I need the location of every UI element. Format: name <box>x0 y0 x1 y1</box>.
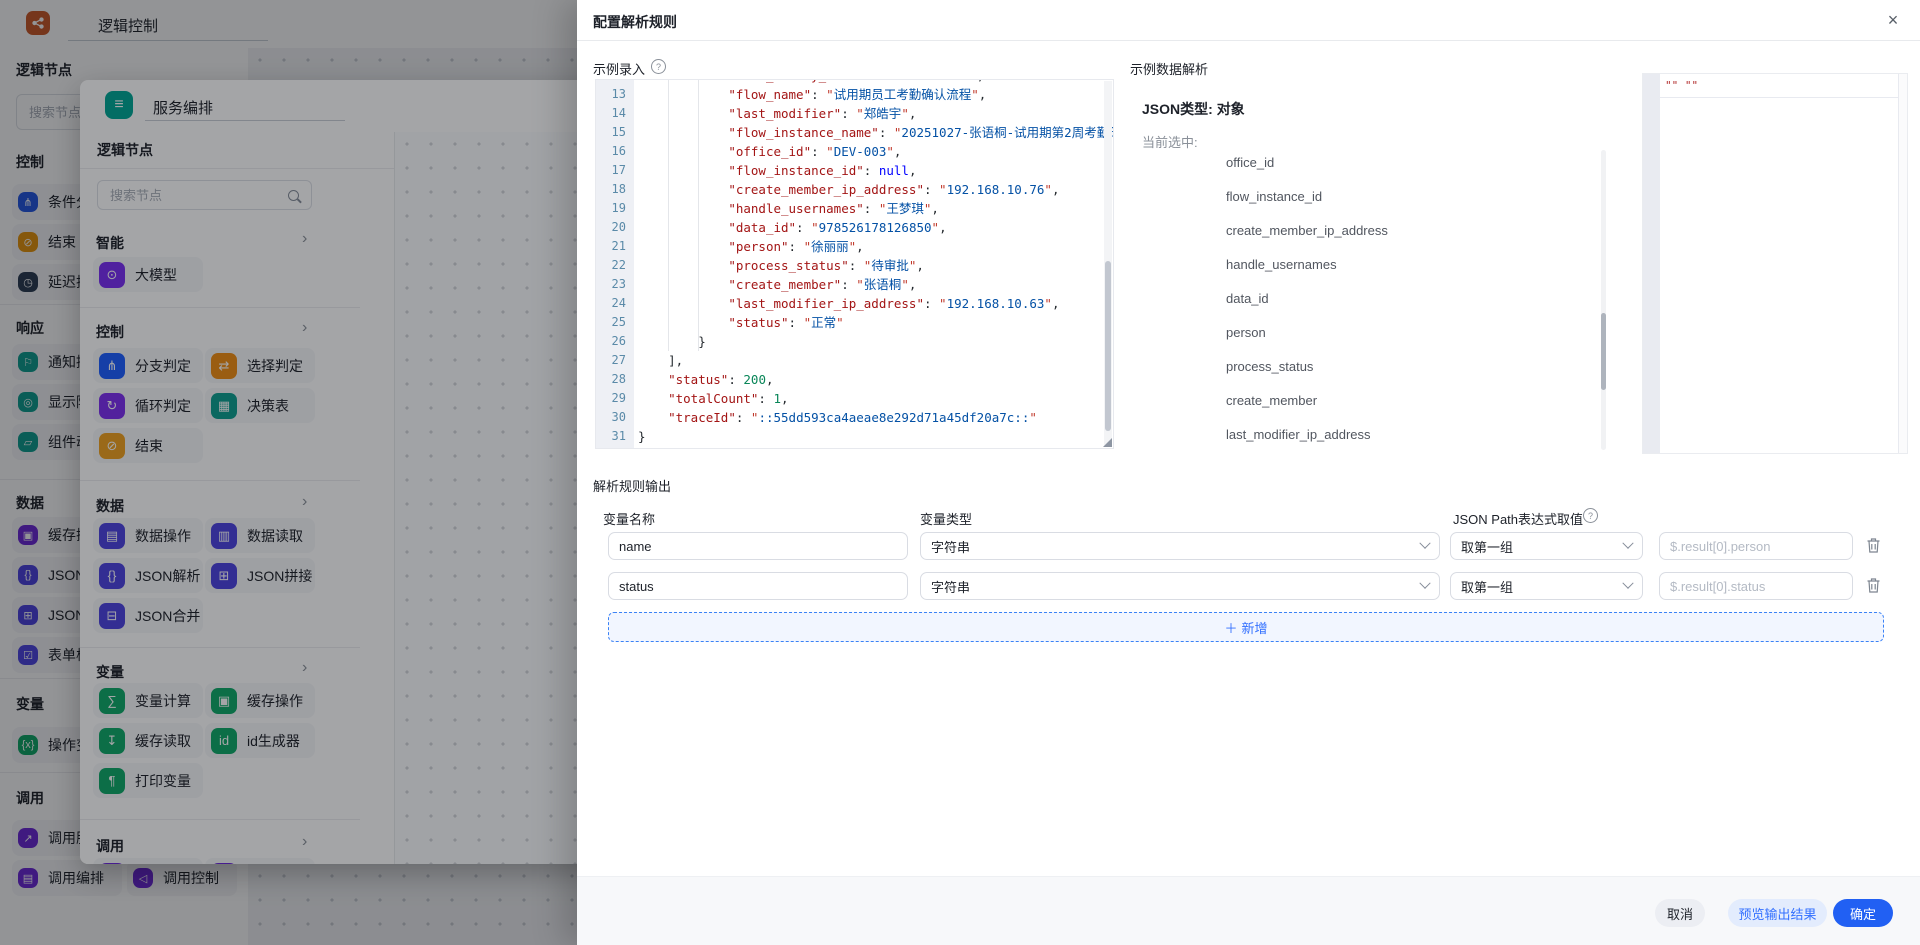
variable-name-input[interactable] <box>608 532 908 560</box>
json-field-office_id[interactable]: office_id <box>1226 155 1274 170</box>
select-value: 字符串 <box>931 537 970 556</box>
take-group-select[interactable]: 取第一组 <box>1450 572 1643 600</box>
code-line: "flow_instance_id": null, <box>638 161 1113 180</box>
select-value: 取第一组 <box>1461 537 1513 556</box>
editor-scrollbar[interactable] <box>1104 81 1112 447</box>
json-field-last_modifier_ip_address[interactable]: last_modifier_ip_address <box>1226 427 1371 442</box>
parse-rules-dialog: 配置解析规则 × 示例录入 ? 121314151617181920212223… <box>577 0 1920 945</box>
delete-row-icon[interactable] <box>1866 577 1882 595</box>
help-icon[interactable]: ? <box>1583 508 1598 523</box>
app-root: 逻辑控制 逻辑节点 控制›⋔条件分支⊘结束◷延迟执行响应›⚐通知提醒◎显示隐藏▱… <box>0 0 1920 945</box>
code-line: "person": "徐丽丽", <box>638 237 1113 256</box>
select-value: 取第一组 <box>1461 577 1513 596</box>
code-line: "flow_name": "试用期员工考勤确认流程", <box>638 85 1113 104</box>
line-number: 28 <box>596 370 634 389</box>
chevron-down-icon <box>1419 538 1430 549</box>
code-line: "totalCount": 1, <box>638 389 1113 408</box>
field-list-scrollbar[interactable] <box>1601 150 1606 450</box>
type-col-label: 变量类型 <box>920 509 972 528</box>
preview-gutter <box>1643 74 1660 453</box>
line-number: 21 <box>596 237 634 256</box>
code-line: "data_id": "978526178126850", <box>638 218 1113 237</box>
code-line: "status": 200, <box>638 370 1113 389</box>
delete-row-icon[interactable] <box>1866 537 1882 555</box>
json-type: JSON类型: 对象 <box>1142 99 1245 119</box>
close-icon[interactable]: × <box>1882 9 1904 31</box>
dialog-header: 配置解析规则 × <box>577 0 1920 41</box>
sample-parse-label: 示例数据解析 <box>1130 59 1208 78</box>
code-line: "office_id": "DEV-003", <box>638 142 1113 161</box>
path-col-label: JSON Path表达式取值 <box>1453 509 1583 528</box>
code-line: "last_modifier_ip_address": "192.168.10.… <box>638 294 1113 313</box>
dialog-footer <box>577 876 1920 945</box>
sample-input-label: 示例录入 <box>593 59 645 78</box>
current-selected-label: 当前选中: <box>1142 132 1198 151</box>
rules-output-label: 解析规则输出 <box>593 476 671 495</box>
name-col-label: 变量名称 <box>603 509 655 528</box>
preview-output-button[interactable]: 预览输出结果 <box>1728 899 1827 927</box>
json-field-create_member[interactable]: create_member <box>1226 393 1317 408</box>
line-number: 24 <box>596 294 634 313</box>
line-number: 18 <box>596 180 634 199</box>
resize-grip-icon[interactable] <box>1103 438 1112 447</box>
json-field-handle_usernames[interactable]: handle_usernames <box>1226 257 1337 272</box>
line-number: 15 <box>596 123 634 142</box>
line-number: 20 <box>596 218 634 237</box>
confirm-button[interactable]: 确定 <box>1833 899 1893 927</box>
chevron-down-icon <box>1622 538 1633 549</box>
code-line: } <box>638 332 1113 351</box>
select-value: 字符串 <box>931 577 970 596</box>
take-group-select[interactable]: 取第一组 <box>1450 532 1643 560</box>
preview-scrollbar[interactable] <box>1898 74 1907 453</box>
json-field-person[interactable]: person <box>1226 325 1266 340</box>
chevron-down-icon <box>1419 578 1430 589</box>
help-icon[interactable]: ? <box>651 59 666 74</box>
chevron-down-icon <box>1622 578 1633 589</box>
line-number: 26 <box>596 332 634 351</box>
variable-type-select[interactable]: 字符串 <box>920 532 1440 560</box>
code-line: "status": "正常" <box>638 313 1113 332</box>
json-field-flow_instance_id[interactable]: flow_instance_id <box>1226 189 1322 204</box>
value-preview-editor[interactable]: "" "" <box>1642 73 1908 454</box>
json-field-create_member_ip_address[interactable]: create_member_ip_address <box>1226 223 1388 238</box>
editor-gutter: 1213141516171819202122232425262728293031 <box>596 80 634 448</box>
code-line: "process_status": "待审批", <box>638 256 1113 275</box>
json-field-data_id[interactable]: data_id <box>1226 291 1269 306</box>
code-line: ], <box>638 351 1113 370</box>
json-path-input[interactable] <box>1659 532 1853 560</box>
sample-json-editor[interactable]: 1213141516171819202122232425262728293031… <box>595 79 1114 449</box>
line-number: 25 <box>596 313 634 332</box>
variable-name-input[interactable] <box>608 572 908 600</box>
indent-guide <box>698 80 699 351</box>
line-number: 30 <box>596 408 634 427</box>
line-number: 14 <box>596 104 634 123</box>
code-line: "traceId": "::55dd593ca4aeae8e292d71a45d… <box>638 408 1113 427</box>
line-number: 31 <box>596 427 634 446</box>
indent-guide <box>668 80 669 351</box>
line-number: 16 <box>596 142 634 161</box>
line-number: 19 <box>596 199 634 218</box>
code-line: "flow_instance_name": "20251027-张语桐-试用期第… <box>638 123 1113 142</box>
code-line: "create_member_ip_address": "192.168.10.… <box>638 180 1113 199</box>
line-number: 13 <box>596 85 634 104</box>
code-line: "last_modifier": "郑皓宇", <box>638 104 1113 123</box>
json-field-process_status[interactable]: process_status <box>1226 359 1313 374</box>
cancel-button[interactable]: 取消 <box>1655 899 1705 927</box>
scrollbar-thumb[interactable] <box>1601 313 1606 390</box>
json-path-input[interactable] <box>1659 572 1853 600</box>
scrollbar-thumb[interactable] <box>1105 261 1111 431</box>
preview-line: "" "" <box>1660 74 1899 98</box>
line-number: 17 <box>596 161 634 180</box>
editor-code[interactable]: "last_modify_time": 1701528511000, "flow… <box>634 80 1113 448</box>
dialog-title: 配置解析规则 <box>593 12 677 32</box>
line-number: 29 <box>596 389 634 408</box>
code-line: "create_member": "张语桐", <box>638 275 1113 294</box>
code-line: } <box>638 427 1113 446</box>
line-number: 22 <box>596 256 634 275</box>
line-number: 23 <box>596 275 634 294</box>
code-line: "handle_usernames": "王梦琪", <box>638 199 1113 218</box>
add-rule-button[interactable]: ＋ 新增 <box>608 612 1884 642</box>
variable-type-select[interactable]: 字符串 <box>920 572 1440 600</box>
line-number: 27 <box>596 351 634 370</box>
